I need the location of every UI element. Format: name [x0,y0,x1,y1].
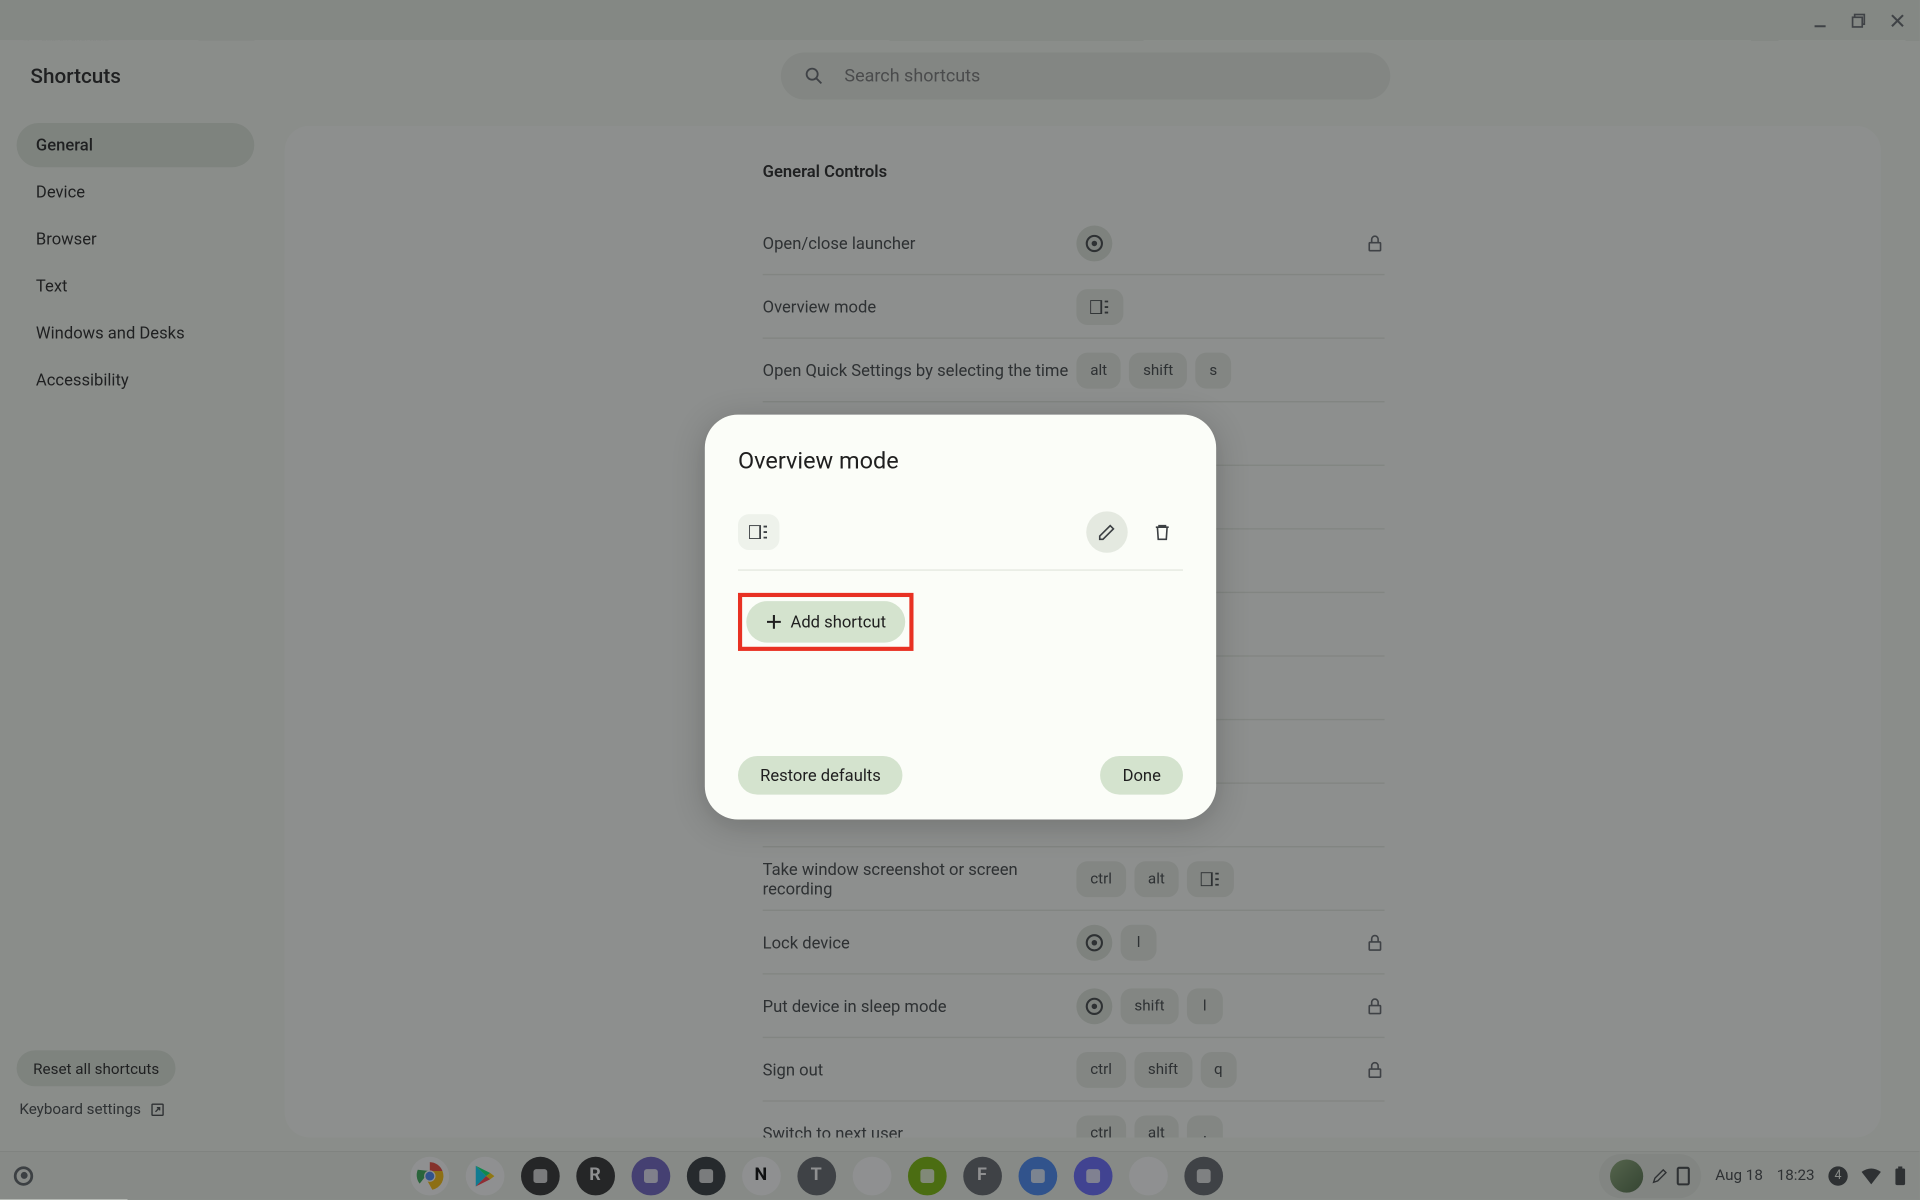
edit-shortcut-button[interactable] [1086,511,1127,552]
add-shortcut-button[interactable]: Add shortcut [746,601,905,642]
plus-icon [766,614,783,631]
add-shortcut-label: Add shortcut [791,612,886,631]
done-button[interactable]: Done [1100,756,1183,795]
pencil-icon [1097,522,1116,541]
modal-overlay[interactable]: Overview mode Add shortcut Restore defau… [0,0,1920,1200]
overview-mode-dialog: Overview mode Add shortcut Restore defau… [705,415,1216,820]
delete-shortcut-button[interactable] [1142,511,1183,552]
trash-icon [1153,522,1172,541]
dialog-title: Overview mode [738,448,1183,476]
launcher-button[interactable] [14,1166,33,1185]
restore-defaults-button[interactable]: Restore defaults [738,756,903,795]
overview-key-icon [738,514,779,550]
highlight-annotation: Add shortcut [738,593,914,651]
